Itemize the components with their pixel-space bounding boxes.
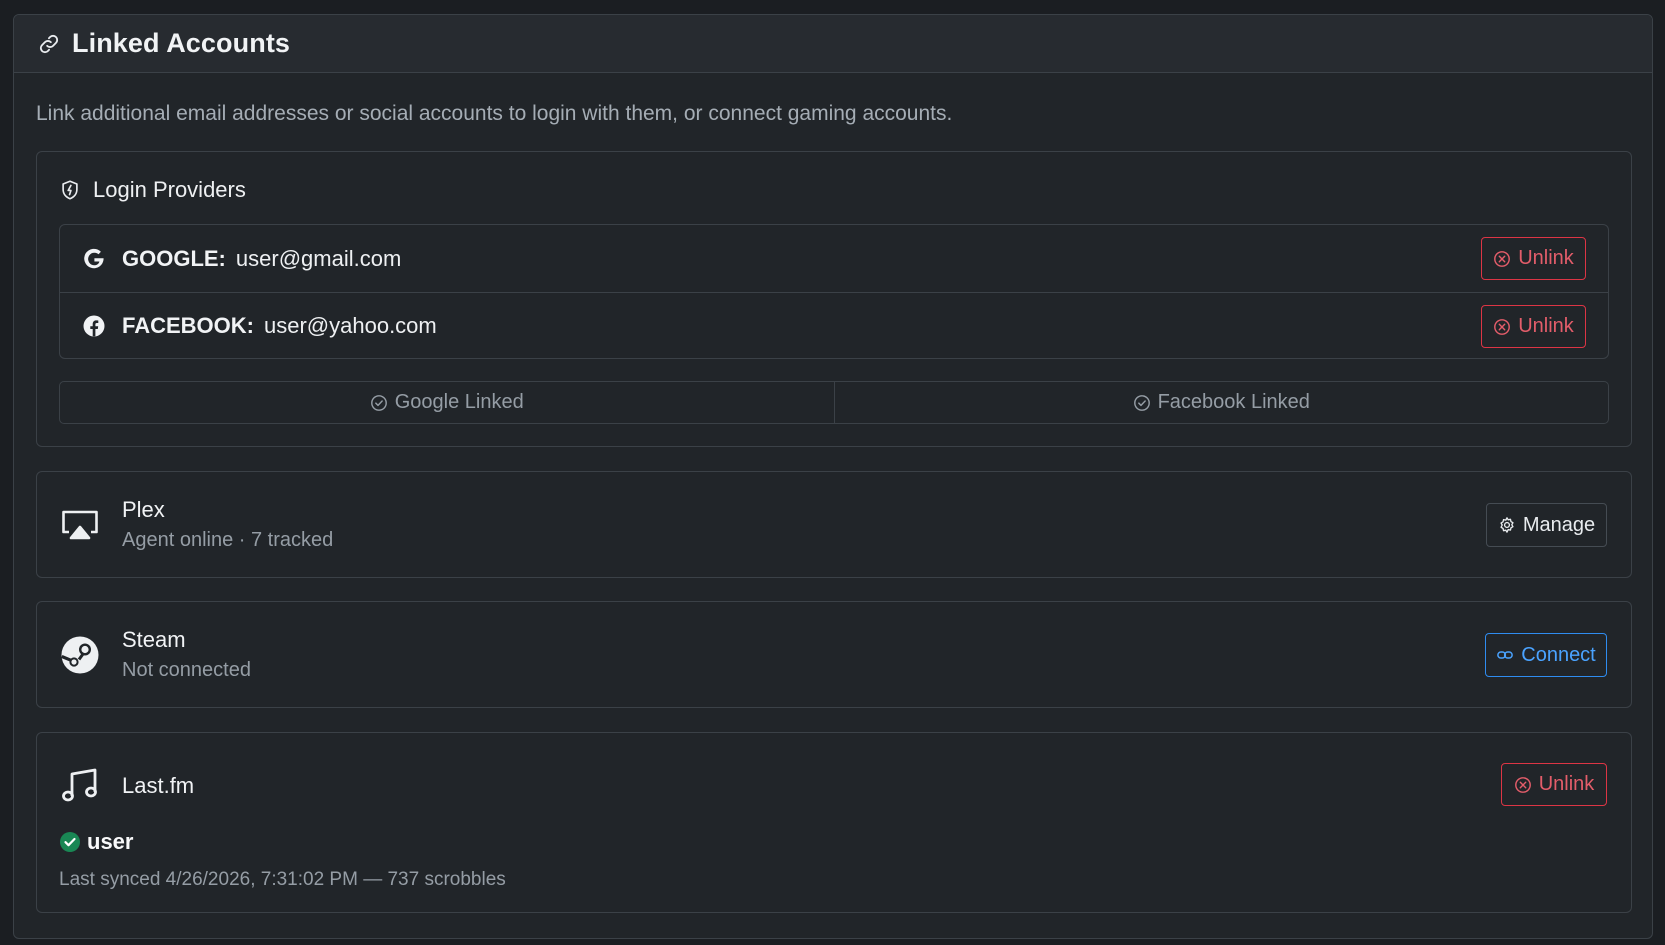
gear-icon — [1498, 516, 1516, 534]
lastfm-name: Last.fm — [122, 773, 195, 798]
manage-label: Manage — [1522, 513, 1596, 536]
check-circle-icon — [370, 394, 388, 412]
login-providers-section: Login Providers GOOGLE: user@gmail.com U… — [36, 151, 1632, 447]
linked-accounts-card: Linked Accounts Link additional email ad… — [13, 14, 1653, 939]
lastfm-section: Last.fm Unlink user Last synced 4/26/202… — [36, 732, 1632, 913]
steam-section: Steam Not connected Connect — [36, 601, 1632, 708]
login-providers-title: Login Providers — [59, 177, 246, 203]
steam-status: Not connected — [122, 659, 251, 681]
facebook-linked-button: Facebook Linked — [833, 382, 1609, 423]
check-circle-icon — [59, 831, 81, 853]
description-text: Link additional email addresses or socia… — [36, 102, 953, 125]
unlink-facebook-button[interactable]: Unlink — [1481, 305, 1586, 348]
lastfm-user: user — [59, 829, 133, 855]
provider-name: GOOGLE: — [122, 245, 226, 271]
connect-button[interactable]: Connect — [1485, 633, 1607, 677]
facebook-icon — [82, 314, 106, 338]
music-note-icon — [59, 765, 101, 805]
card-header: Linked Accounts — [14, 15, 1652, 73]
unlink-google-button[interactable]: Unlink — [1481, 237, 1586, 280]
plex-section: Plex Agent online · 7 tracked Manage — [36, 471, 1632, 578]
connect-label: Connect — [1521, 643, 1596, 666]
provider-email: user@yahoo.com — [264, 313, 437, 338]
facebook-linked-label: Facebook Linked — [1157, 391, 1310, 413]
google-linked-button: Google Linked — [60, 382, 834, 423]
x-circle-icon — [1493, 250, 1511, 268]
x-circle-icon — [1514, 776, 1532, 794]
google-icon — [82, 247, 106, 271]
provider-name: FACEBOOK: — [122, 313, 254, 338]
plex-name: Plex — [122, 497, 165, 522]
card-body: Link additional email addresses or socia… — [14, 99, 1652, 129]
manage-button[interactable]: Manage — [1486, 503, 1607, 547]
lastfm-username: user — [87, 829, 134, 854]
unlink-label: Unlink — [1518, 315, 1574, 337]
page-title: Linked Accounts — [72, 28, 291, 58]
provider-list: GOOGLE: user@gmail.com Unlink FACEBOOK: … — [59, 224, 1609, 359]
plex-status: Agent online · 7 tracked — [122, 529, 334, 551]
airplay-icon — [59, 505, 101, 545]
provider-email: user@gmail.com — [235, 245, 402, 271]
unlink-label: Unlink — [1538, 773, 1595, 795]
shield-icon — [59, 179, 81, 201]
provider-row-google: GOOGLE: user@gmail.com Unlink — [60, 225, 1608, 292]
unlink-label: Unlink — [1518, 247, 1574, 269]
linked-status-group: Google Linked Facebook Linked — [59, 381, 1609, 424]
check-circle-icon — [1133, 394, 1151, 412]
unlink-lastfm-button[interactable]: Unlink — [1501, 763, 1607, 806]
steam-icon — [59, 635, 101, 675]
link-icon — [1496, 646, 1514, 664]
steam-name: Steam — [122, 627, 186, 652]
lastfm-synced-text: Last synced 4/26/2026, 7:31:02 PM — 737 … — [59, 869, 506, 890]
link-icon — [38, 33, 60, 55]
google-linked-label: Google Linked — [394, 391, 524, 413]
login-providers-label: Login Providers — [93, 177, 246, 202]
x-circle-icon — [1493, 318, 1511, 336]
provider-row-facebook: FACEBOOK: user@yahoo.com Unlink — [60, 292, 1608, 358]
